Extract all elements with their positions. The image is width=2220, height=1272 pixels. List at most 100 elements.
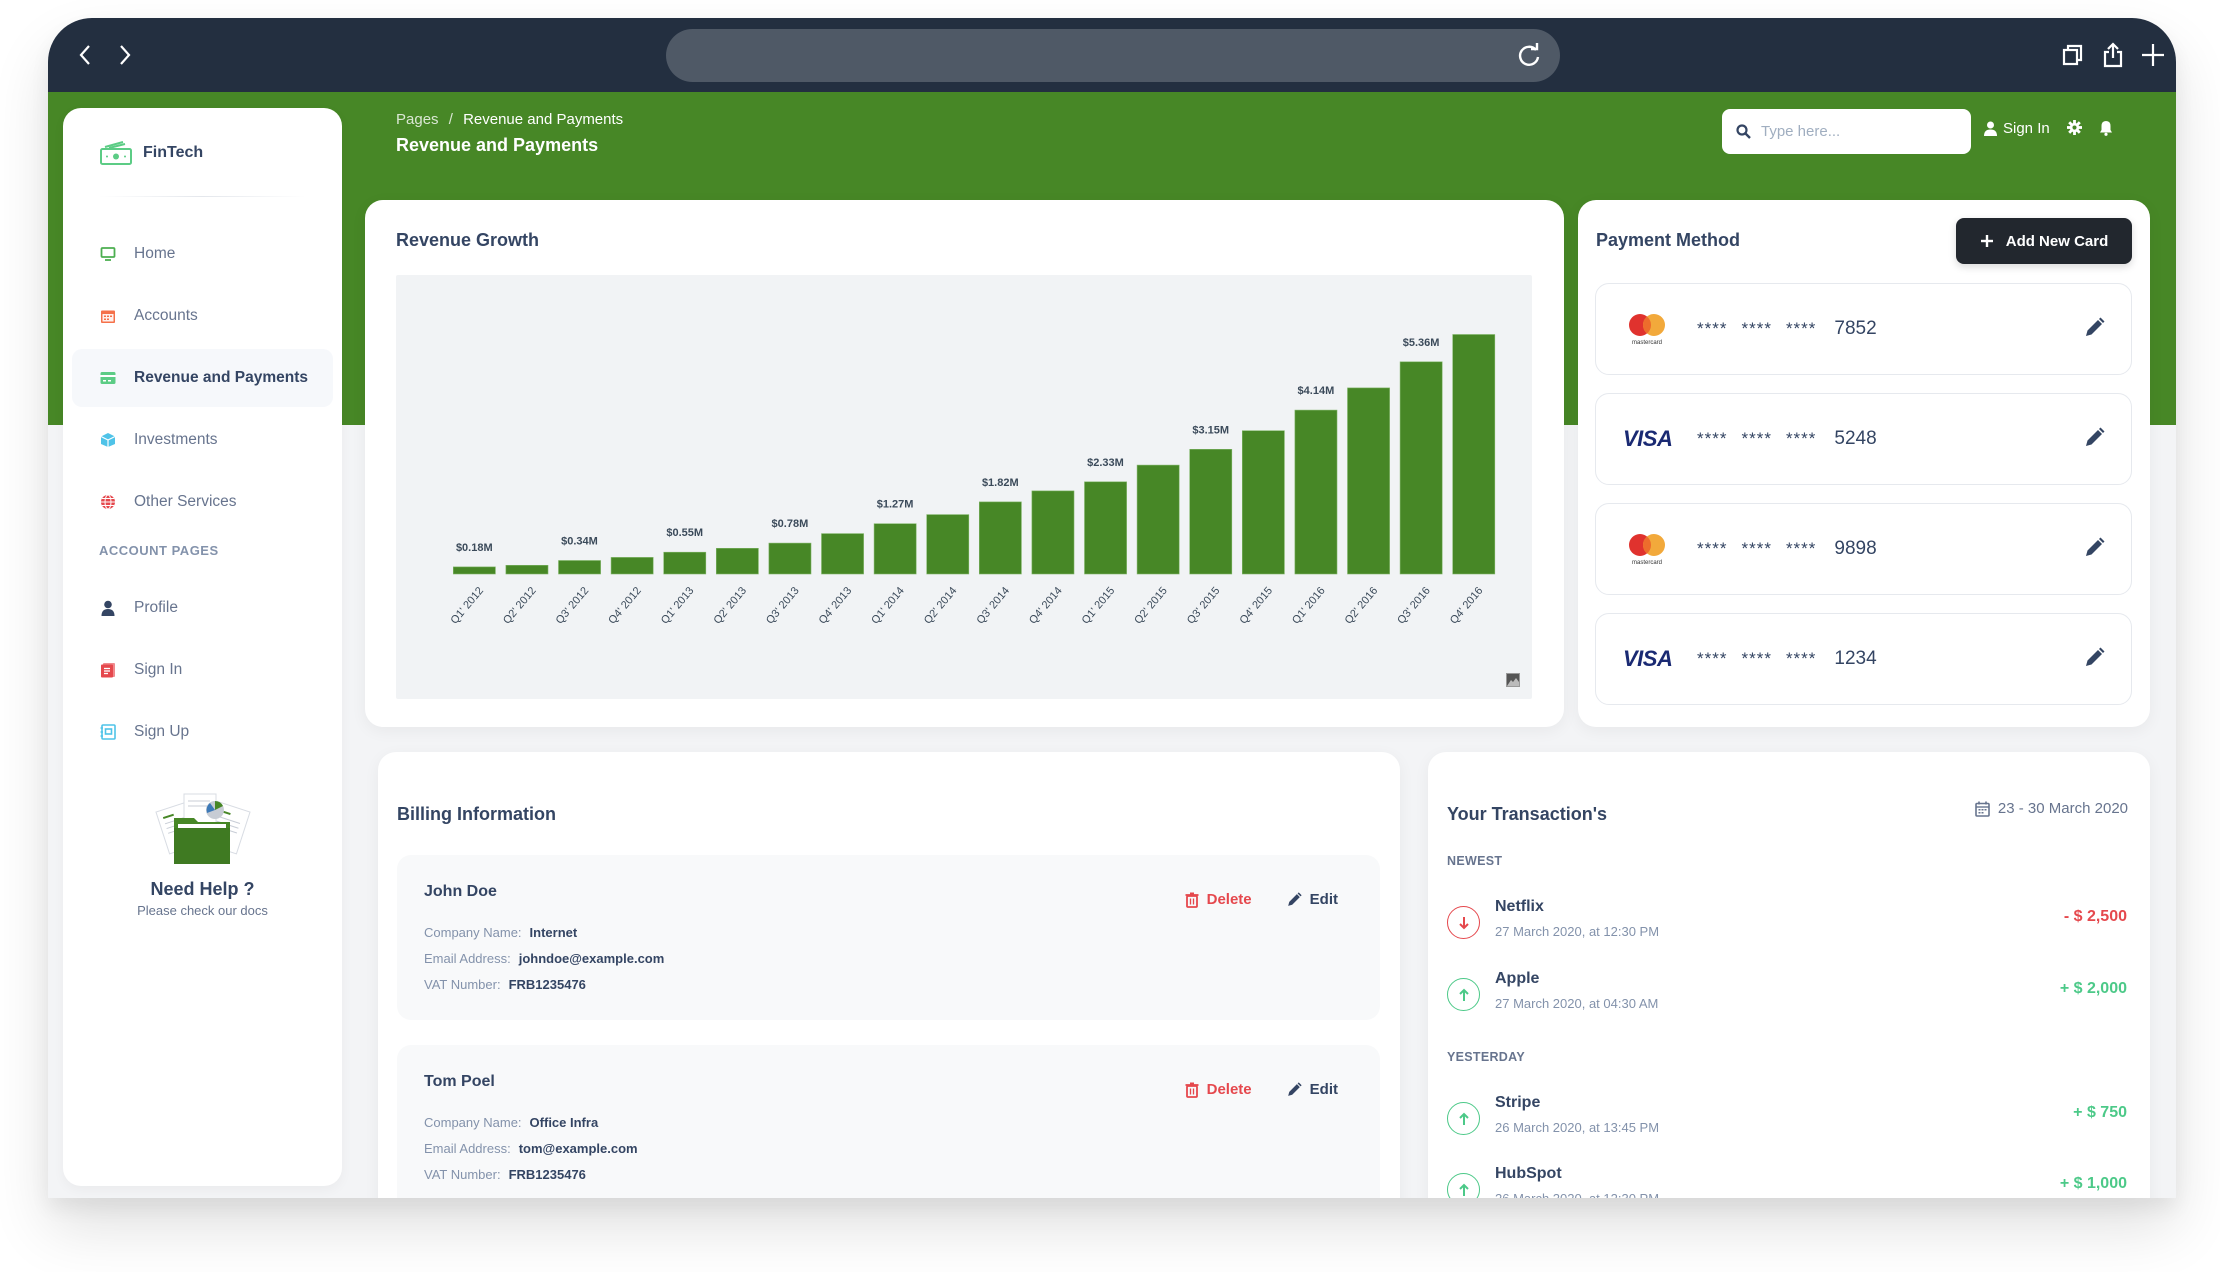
chart-bar[interactable] bbox=[1347, 387, 1390, 575]
pencil-icon bbox=[1287, 891, 1302, 906]
chart-bar[interactable] bbox=[768, 542, 812, 575]
transactions-title: Your Transaction's bbox=[1447, 804, 1607, 824]
transaction-row[interactable]: Netflix 27 March 2020, at 12:30 PM - $ 2… bbox=[1447, 898, 2127, 954]
add-new-card-label: Add New Card bbox=[2005, 232, 2109, 250]
card-item[interactable]: mastercard **** **** **** 9898 bbox=[1595, 503, 2132, 595]
tabs-icon bbox=[2062, 44, 2083, 66]
browser-toolbar bbox=[48, 18, 2176, 92]
chart-bar[interactable] bbox=[1452, 334, 1496, 575]
card-mask: **** **** **** bbox=[1697, 429, 1817, 448]
new-tab-button[interactable] bbox=[2138, 40, 2168, 70]
sidebar-item-profile[interactable]: Profile bbox=[72, 579, 333, 637]
card-mask: **** **** **** bbox=[1697, 319, 1817, 338]
add-new-card-button[interactable]: Add New Card bbox=[1956, 218, 2132, 264]
billing-name: John Doe bbox=[424, 883, 497, 900]
chart-bar[interactable] bbox=[452, 566, 496, 575]
edit-card-button[interactable] bbox=[2083, 537, 2105, 559]
settings-button[interactable] bbox=[2067, 120, 2082, 135]
chart-bar[interactable] bbox=[1136, 464, 1180, 575]
help-box[interactable]: Need Help ? Please check our docs bbox=[63, 788, 342, 918]
billing-entry: Tom Poel Company Name: Office Infra Email… bbox=[397, 1045, 1380, 1198]
svg-text:mastercard: mastercard bbox=[1632, 340, 1662, 346]
search-box[interactable] bbox=[1722, 109, 1971, 154]
chart-bar[interactable] bbox=[610, 557, 654, 575]
edit-card-button[interactable] bbox=[2083, 647, 2105, 669]
search-icon bbox=[1736, 124, 1751, 139]
x-tick-label: Q4' 2013 bbox=[817, 585, 855, 627]
help-subtitle[interactable]: Please check our docs bbox=[63, 903, 342, 918]
card-item[interactable]: VISA **** **** **** 5248 bbox=[1595, 393, 2132, 485]
chart-bar[interactable] bbox=[715, 547, 759, 575]
chart-bar[interactable] bbox=[1189, 449, 1233, 575]
reload-icon bbox=[1518, 43, 1540, 66]
sidebar-item-label: Revenue and Payments bbox=[134, 369, 309, 386]
chart-title: Revenue Growth bbox=[396, 230, 540, 250]
card-last4: 5248 bbox=[1834, 428, 1877, 449]
sidebar-item-home[interactable]: Home bbox=[72, 225, 333, 283]
chart-bar[interactable] bbox=[821, 533, 864, 575]
transaction-row[interactable]: HubSpot 26 March 2020, at 12:30 PM + $ 1… bbox=[1447, 1165, 2127, 1198]
browser-window: FinTech Home Accounts Revenue and Paymen… bbox=[48, 18, 2176, 1198]
chart-bar[interactable] bbox=[1399, 361, 1443, 575]
billing-vat: FRB1235476 bbox=[508, 1167, 586, 1182]
payment-method-card: Payment Method Add New Card mastercard *… bbox=[1578, 200, 2150, 727]
breadcrumb-root[interactable]: Pages bbox=[396, 111, 439, 128]
delete-button[interactable]: Delete bbox=[1185, 891, 1252, 908]
sidebar-item-accounts[interactable]: Accounts bbox=[72, 287, 333, 345]
x-tick-label: Q3' 2015 bbox=[1185, 585, 1223, 627]
breadcrumb-separator: / bbox=[448, 111, 453, 128]
share-icon bbox=[2103, 42, 2123, 68]
chart-area: $0.18M Q1' 2012 Q2' 2012 $0.34M Q3' 2012 Q4' … bbox=[396, 275, 1532, 699]
transaction-row[interactable]: Apple 27 March 2020, at 04:30 AM + $ 2,0… bbox=[1447, 970, 2127, 1026]
transaction-row[interactable]: Stripe 26 March 2020, at 13:45 PM + $ 75… bbox=[1447, 1094, 2127, 1150]
card-item[interactable]: VISA **** **** **** 1234 bbox=[1595, 613, 2132, 705]
sidebar-item-revenue-and-payments[interactable]: Revenue and Payments bbox=[72, 349, 333, 407]
chart-bar[interactable] bbox=[873, 523, 917, 575]
arrow-down-icon bbox=[1447, 906, 1480, 939]
edit-card-button[interactable] bbox=[2083, 317, 2105, 339]
chart-bar[interactable] bbox=[663, 551, 707, 575]
edit-button[interactable]: Edit bbox=[1286, 1081, 1338, 1098]
sidebar-item-other-services[interactable]: Other Services bbox=[72, 473, 333, 531]
chart-bar[interactable] bbox=[1031, 490, 1075, 575]
x-tick-label: Q2' 2013 bbox=[711, 585, 749, 627]
x-tick-label: Q1' 2013 bbox=[659, 585, 697, 627]
chart-bar[interactable] bbox=[1084, 481, 1127, 575]
chart-bar[interactable] bbox=[1294, 409, 1338, 575]
forward-button[interactable] bbox=[110, 40, 140, 70]
brand[interactable]: FinTech bbox=[99, 140, 203, 166]
chart-bar[interactable] bbox=[926, 514, 970, 575]
chart-data-label: $0.55M bbox=[666, 527, 703, 539]
address-bar[interactable] bbox=[666, 29, 1560, 82]
notifications-button[interactable] bbox=[2099, 120, 2113, 136]
sidebar-item-sign-up[interactable]: Sign Up bbox=[72, 703, 333, 761]
pencil-icon bbox=[1287, 1081, 1302, 1096]
arrow-up-icon bbox=[1447, 1102, 1480, 1135]
chart-bar[interactable] bbox=[978, 501, 1022, 575]
x-tick-label: Q3' 2012 bbox=[554, 585, 592, 627]
back-button[interactable] bbox=[70, 40, 100, 70]
chart-bar[interactable] bbox=[505, 564, 549, 575]
edit-card-button[interactable] bbox=[2083, 427, 2105, 449]
mastercard-logo-icon: mastercard bbox=[1623, 531, 1683, 567]
sign-in-link[interactable]: Sign In bbox=[1984, 120, 2050, 137]
credit-card-icon bbox=[99, 369, 117, 387]
sidebar-item-investments[interactable]: Investments bbox=[72, 411, 333, 469]
card-item[interactable]: mastercard **** **** **** 7852 bbox=[1595, 283, 2132, 375]
transaction-time: 26 March 2020, at 12:30 PM bbox=[1495, 1191, 1659, 1198]
reload-button[interactable] bbox=[1514, 41, 1544, 71]
date-range[interactable]: 23 - 30 March 2020 bbox=[1975, 800, 2128, 817]
billing-name: Tom Poel bbox=[424, 1073, 495, 1090]
billing-actions: Delete Edit bbox=[1185, 891, 1338, 908]
chart-export-button[interactable] bbox=[1506, 673, 1520, 687]
chart-bar[interactable] bbox=[1241, 430, 1285, 575]
sidebar-item-sign-in[interactable]: Sign In bbox=[72, 641, 333, 699]
sidebar-item-label: Accounts bbox=[134, 307, 198, 324]
delete-button[interactable]: Delete bbox=[1185, 1081, 1252, 1098]
tabs-button[interactable] bbox=[2058, 40, 2088, 70]
search-input[interactable] bbox=[1761, 123, 1951, 140]
chart-bar[interactable] bbox=[558, 560, 601, 575]
sidebar-item-label: Home bbox=[134, 245, 176, 262]
edit-button[interactable]: Edit bbox=[1286, 891, 1338, 908]
share-button[interactable] bbox=[2098, 40, 2128, 70]
